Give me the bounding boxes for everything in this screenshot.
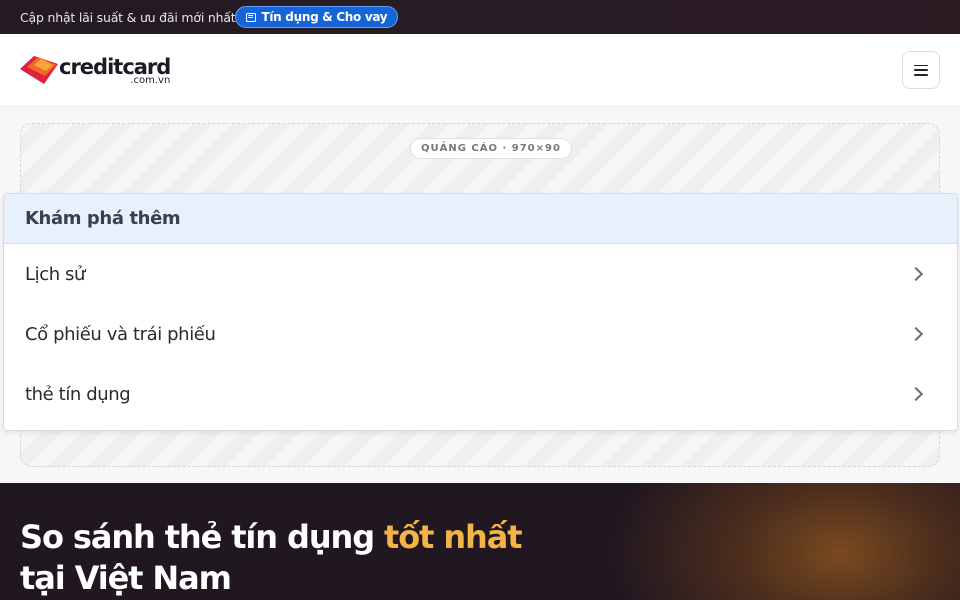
explore-item-credit-card[interactable]: thẻ tín dụng — [4, 364, 957, 424]
chevron-right-icon — [908, 266, 924, 282]
logo-domain: .com.vn — [130, 75, 171, 86]
chevron-right-icon — [908, 326, 924, 342]
explore-title: Khám phá thêm — [25, 208, 181, 229]
menu-button[interactable] — [902, 51, 940, 89]
explore-header: Khám phá thêm — [4, 194, 957, 244]
ad-label: QUẢNG CÁO · 970×90 — [410, 138, 572, 159]
credit-loans-label: Tín dụng & Cho vay — [261, 10, 388, 24]
credit-loans-link[interactable]: Tín dụng & Cho vay — [235, 6, 399, 28]
explore-item-label: thẻ tín dụng — [25, 383, 131, 405]
announcement-text: Cập nhật lãi suất & ưu đãi mới nhất — [20, 9, 236, 25]
hamburger-icon — [914, 64, 928, 76]
site-header: creditcard .com.vn — [0, 34, 960, 107]
hero-title-accent: tốt nhất — [384, 518, 522, 556]
site-logo[interactable]: creditcard .com.vn — [20, 54, 171, 86]
hero-title-part1: So sánh thẻ tín dụng — [20, 518, 385, 556]
explore-item-label: Cổ phiếu và trái phiếu — [25, 323, 216, 345]
hero-section: So sánh thẻ tín dụng tốt nhất tại Việt N… — [0, 483, 960, 600]
explore-item-stocks-bonds[interactable]: Cổ phiếu và trái phiếu — [4, 304, 957, 364]
explore-more-panel: Khám phá thêm Lịch sử Cổ phiếu và trái p… — [3, 193, 958, 431]
explore-item-history[interactable]: Lịch sử — [4, 244, 957, 304]
newspaper-icon — [246, 12, 257, 22]
chevron-right-icon — [908, 386, 924, 402]
hero-title-part2: tại Việt Nam — [20, 559, 232, 597]
hero-title: So sánh thẻ tín dụng tốt nhất tại Việt N… — [20, 517, 523, 599]
announcement-bar: Cập nhật lãi suất & ưu đãi mới nhất Tín … — [0, 0, 960, 34]
explore-item-label: Lịch sử — [25, 263, 86, 285]
logo-mark-icon — [20, 54, 58, 84]
